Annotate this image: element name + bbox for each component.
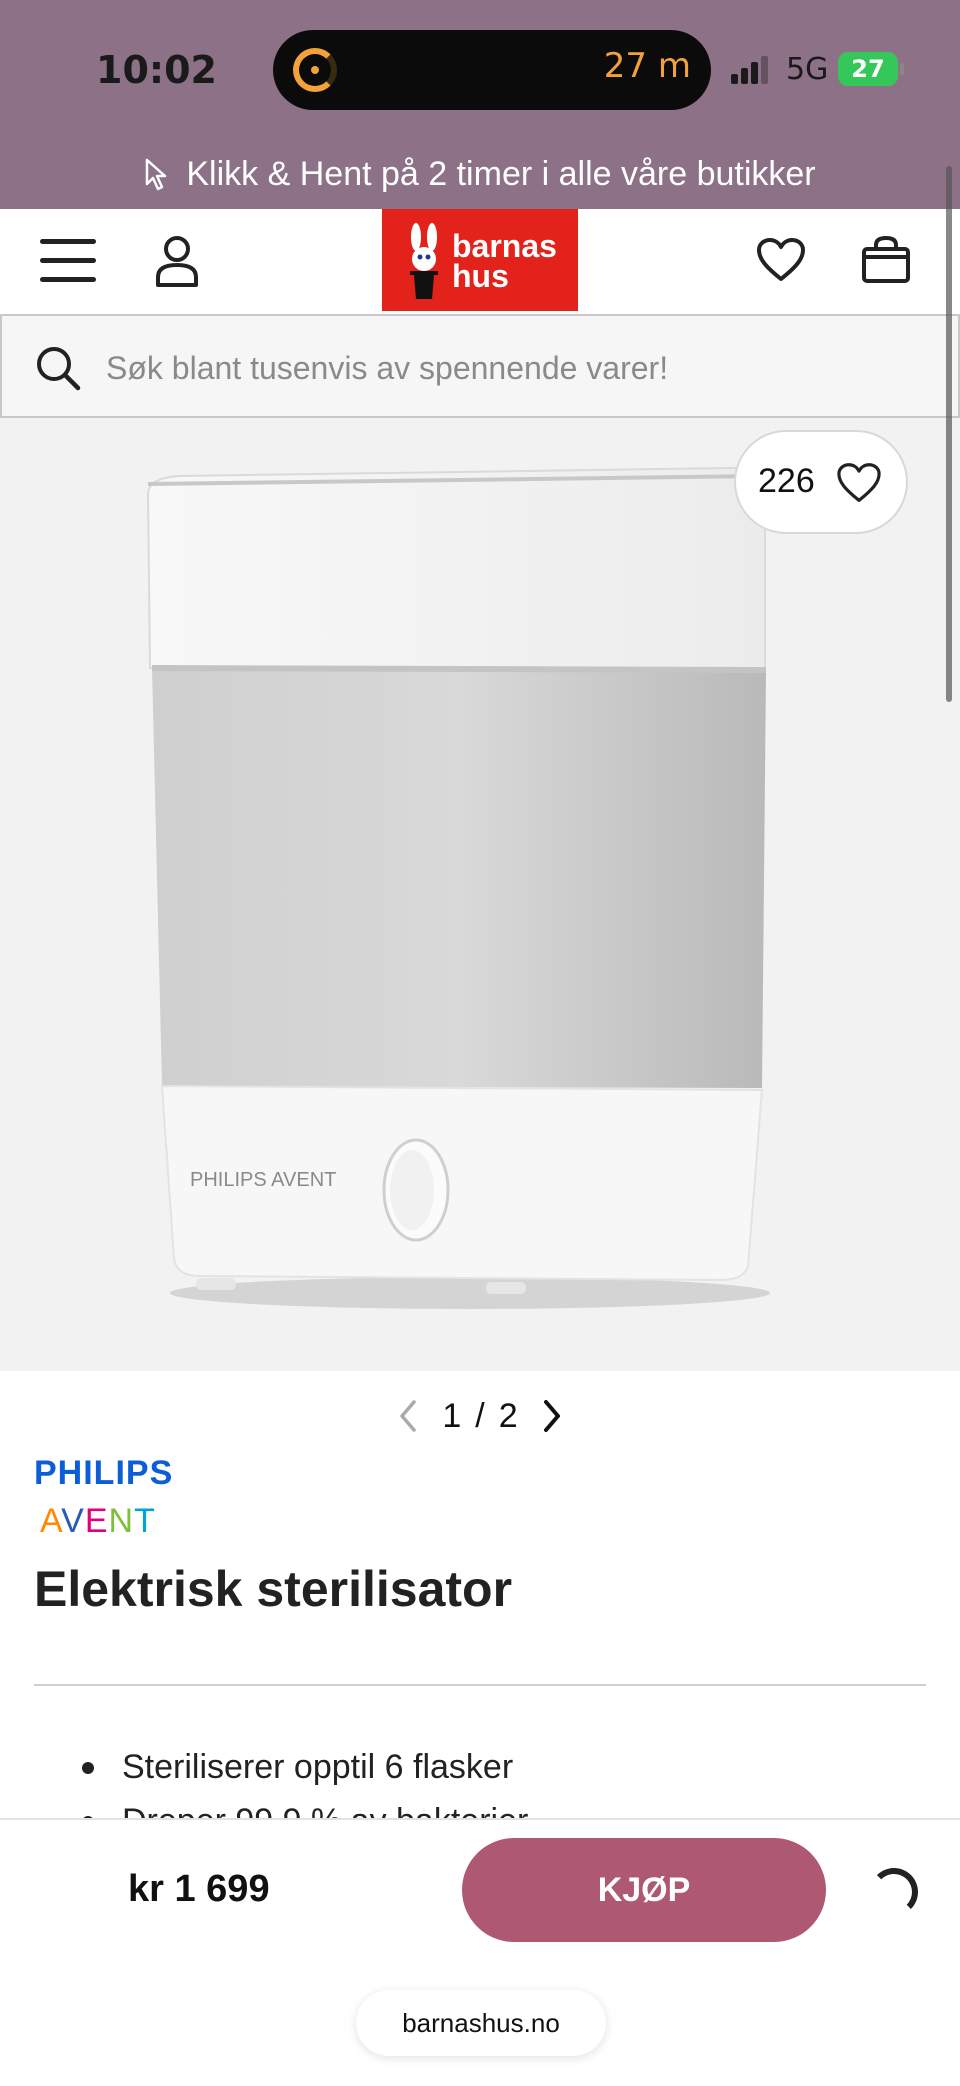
cart-bag-icon[interactable]: [860, 235, 912, 285]
product-title: Elektrisk sterilisator: [34, 1561, 513, 1617]
product-price: kr 1 699: [128, 1868, 270, 1910]
search-bar[interactable]: [0, 314, 960, 418]
pager-total: 2: [498, 1396, 518, 1435]
search-input[interactable]: [106, 340, 926, 396]
user-icon[interactable]: [154, 233, 200, 289]
site-header: barnas hus: [0, 209, 960, 314]
activity-time: 27 m: [603, 46, 691, 86]
favorite-button[interactable]: 226: [734, 430, 908, 534]
wishlist-heart-icon[interactable]: [756, 237, 806, 283]
pager-current: 1: [442, 1396, 462, 1435]
rabbit-icon: [410, 223, 438, 299]
search-icon: [37, 347, 81, 391]
battery-icon: 27: [838, 52, 904, 86]
chevron-left-icon: [400, 1400, 417, 1432]
next-image-button[interactable]: [532, 1391, 572, 1441]
site-logo[interactable]: barnas hus: [382, 209, 578, 311]
image-brand-text: PHILIPS AVENT: [190, 1169, 336, 1191]
purchase-bar: kr 1 699 KJØP barnashus.no: [0, 1818, 960, 2086]
brand-avent[interactable]: AVENT: [40, 1502, 156, 1541]
image-pager: 1 / 2: [0, 1386, 960, 1446]
banner-text: Klikk & Hent på 2 timer i alle våre buti…: [186, 155, 816, 193]
buy-button[interactable]: KJØP: [462, 1838, 826, 1942]
signal-icon: [731, 56, 771, 84]
favorite-count: 226: [758, 462, 815, 500]
loading-spinner-icon: [870, 1868, 918, 1916]
prev-image-button[interactable]: [388, 1391, 428, 1441]
network-type: 5G: [786, 52, 829, 87]
product-gallery[interactable]: PHILIPS AVENT 226: [0, 418, 960, 1371]
status-time: 10:02: [96, 48, 217, 92]
promo-banner[interactable]: Klikk & Hent på 2 timer i alle våre buti…: [0, 140, 960, 209]
heart-icon: [837, 463, 881, 502]
pager-separator: /: [475, 1396, 485, 1435]
menu-icon[interactable]: [40, 239, 96, 283]
url-text: barnashus.no: [402, 2007, 560, 2038]
feature-list: Steriliserer opptil 6 flasker Dreper 99,…: [82, 1740, 942, 1818]
cursor-icon: [146, 158, 167, 190]
chevron-right-icon: [543, 1400, 560, 1432]
brand-philips[interactable]: PHILIPS: [34, 1454, 173, 1493]
browser-url-bar[interactable]: barnashus.no: [356, 1990, 606, 2056]
product-image[interactable]: PHILIPS AVENT: [140, 458, 780, 1338]
scrollbar[interactable]: [946, 166, 952, 702]
logo-text: barnas hus: [452, 228, 557, 294]
divider: [34, 1684, 926, 1686]
timer-icon: [293, 48, 337, 92]
top-area: 10:02 27 m 5G 27 Klikk & Hent på 2 timer…: [0, 0, 960, 209]
feature-item: Dreper 99,9 % av bakterier: [82, 1794, 942, 1818]
feature-item: Steriliserer opptil 6 flasker: [82, 1740, 942, 1794]
dynamic-island[interactable]: 27 m: [273, 30, 711, 110]
